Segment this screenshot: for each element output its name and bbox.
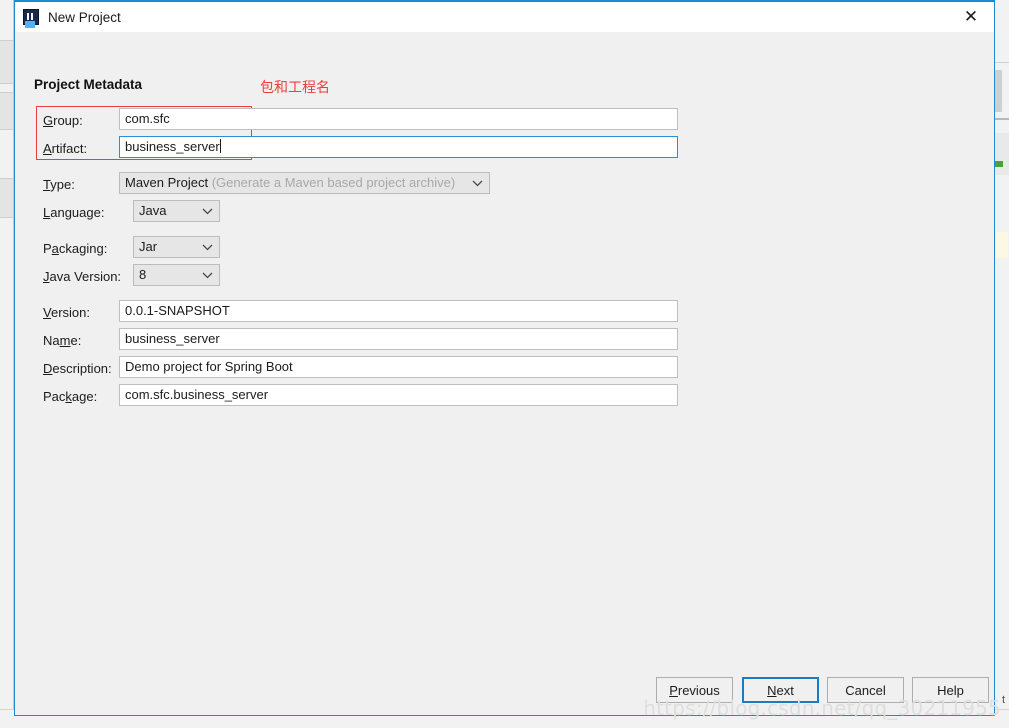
cancel-button[interactable]: Cancel: [827, 677, 904, 703]
package-label: Package:: [43, 389, 98, 404]
artifact-label: Artifact:: [43, 141, 88, 156]
annotation-text: 包和工程名: [260, 80, 330, 96]
ide-right-tab-label[interactable]: t: [1002, 694, 1005, 706]
ide-left-tab-1[interactable]: [0, 40, 13, 84]
language-label: Language:: [43, 205, 105, 220]
intellij-idea-icon: [23, 9, 39, 25]
version-label: Version:: [43, 305, 90, 320]
ide-left-tab-2[interactable]: [0, 92, 13, 130]
text-caret: [219, 139, 221, 153]
description-input[interactable]: Demo project for Spring Boot: [119, 356, 678, 378]
description-label: Description:: [43, 361, 112, 376]
packaging-label: Packaging:: [43, 241, 108, 256]
artifact-input[interactable]: business_server: [119, 136, 678, 158]
type-select[interactable]: Maven Project (Generate a Maven based pr…: [119, 172, 490, 194]
type-label: Type:: [43, 177, 75, 192]
dialog-button-bar: Previous Next Cancel Help: [15, 677, 996, 705]
new-project-dialog: New Project ✕ Project Metadata 包和工程名 Gro…: [14, 0, 995, 716]
language-select[interactable]: Java: [133, 200, 220, 222]
group-label: Group:: [43, 113, 83, 128]
name-label: Name:: [43, 333, 82, 348]
ide-left-toolwindow-strip: [0, 0, 14, 728]
help-button[interactable]: Help: [912, 677, 989, 703]
dialog-title: New Project: [48, 9, 121, 25]
page-title: Project Metadata: [34, 77, 143, 92]
dialog-body: Project Metadata 包和工程名 Group: com.sfc Ar…: [15, 32, 994, 715]
java-version-select[interactable]: 8: [133, 264, 220, 286]
group-input[interactable]: com.sfc: [119, 108, 678, 130]
ide-vcs-marker-icon: [994, 161, 1003, 167]
ide-scrollbar-thumb[interactable]: [995, 70, 1002, 112]
chevron-down-icon: [202, 265, 213, 285]
package-input[interactable]: com.sfc.business_server: [119, 384, 678, 406]
ide-left-tab-3[interactable]: [0, 178, 13, 218]
next-button[interactable]: Next: [742, 677, 819, 703]
chevron-down-icon: [202, 201, 213, 221]
chevron-down-icon: [202, 237, 213, 257]
dialog-titlebar: New Project ✕: [15, 2, 994, 32]
close-icon[interactable]: ✕: [948, 2, 994, 32]
java-version-label: Java Version:: [43, 269, 122, 284]
packaging-select[interactable]: Jar: [133, 236, 220, 258]
version-input[interactable]: 0.0.1-SNAPSHOT: [119, 300, 678, 322]
previous-button[interactable]: Previous: [656, 677, 733, 703]
name-input[interactable]: business_server: [119, 328, 678, 350]
chevron-down-icon: [472, 173, 483, 193]
type-hint: (Generate a Maven based project archive): [211, 175, 456, 190]
